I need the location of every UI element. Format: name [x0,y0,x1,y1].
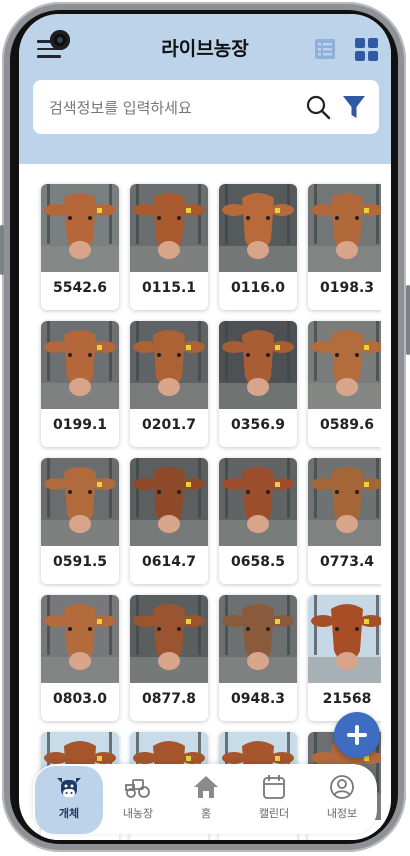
plus-icon [347,725,367,745]
cattle-photo [308,595,381,683]
cattle-tag-number: 0877.8 [141,691,197,707]
nav-label: 홈 [200,807,212,820]
nav-label: 내농장 [122,807,154,820]
search-bar[interactable]: 검색정보를 입력하세요 [33,80,379,134]
cattle-tag-number: 0356.9 [230,417,286,433]
grid-view-icon[interactable] [355,38,378,61]
power-button [406,285,410,355]
cattle-photo [130,458,208,546]
cattle-tag-number: 0201.7 [141,417,197,433]
cattle-card[interactable]: 21568 [308,595,381,721]
cattle-tag-number: 0803.0 [52,691,108,707]
cattle-card[interactable]: 0773.4 [308,458,381,584]
bottom-navigation: 개체 내농장 홈 캘린더 내정보 [33,764,377,834]
tractor-icon [125,779,150,798]
page-title: 라이브농장 [161,38,249,60]
nav-item-my-farm[interactable]: 내농장 [110,774,166,830]
cattle-card[interactable]: 0199.1 [41,321,119,447]
cattle-photo [130,595,208,683]
search-icon[interactable] [305,94,331,120]
cattle-photo [308,321,381,409]
nav-label: 개체 [58,807,80,820]
cattle-card[interactable]: 0115.1 [130,184,208,310]
cattle-card[interactable]: 0591.5 [41,458,119,584]
cattle-card[interactable]: 0948.3 [219,595,297,721]
app-screen: 라이브농장 검색정보를 입력하세요 5542.6 0115.1 0116.0 0198… [19,14,391,840]
cattle-photo [130,321,208,409]
cattle-photo [41,458,119,546]
cattle-photo [41,184,119,272]
cattle-photo [308,184,381,272]
cattle-card[interactable]: 0198.3 [308,184,381,310]
cattle-tag-number: 0658.5 [230,554,286,570]
cattle-tag-number: 0589.6 [319,417,375,433]
cattle-tag-number: 0948.3 [230,691,286,707]
cattle-photo [219,184,297,272]
cattle-photo [308,458,381,546]
cattle-tag-number: 0773.4 [319,554,375,570]
volume-button [0,225,4,275]
nav-item-my-info[interactable]: 내정보 [314,774,370,830]
cattle-photo [219,458,297,546]
nav-label: 캘린더 [258,807,290,820]
cattle-tag-number: 0115.1 [141,280,197,296]
nav-item-cattle[interactable]: 개체 [41,774,97,830]
cattle-tag-number: 0198.3 [319,280,375,296]
search-input[interactable]: 검색정보를 입력하세요 [49,97,192,118]
cattle-photo [219,321,297,409]
cattle-card[interactable]: 5542.6 [41,184,119,310]
cow-icon [57,778,81,797]
cattle-card[interactable]: 0356.9 [219,321,297,447]
cattle-card[interactable]: 0201.7 [130,321,208,447]
cattle-tag-number: 0199.1 [52,417,108,433]
list-view-icon[interactable] [315,39,335,59]
home-icon [194,776,218,798]
cattle-card[interactable]: 0803.0 [41,595,119,721]
app-header: 라이브농장 검색정보를 입력하세요 [19,14,391,164]
cattle-photo [130,184,208,272]
cattle-photo [41,595,119,683]
filter-icon[interactable] [342,94,366,120]
nav-item-calendar[interactable]: 캘린더 [246,774,302,830]
nav-label: 내정보 [326,807,358,820]
calendar-icon [263,775,285,799]
cattle-tag-number: 0614.7 [141,554,197,570]
cattle-tag-number: 0116.0 [230,280,286,296]
cattle-tag-number: 0591.5 [52,554,108,570]
profile-icon [330,775,354,799]
cattle-photo [219,595,297,683]
cattle-card[interactable]: 0614.7 [130,458,208,584]
cattle-tag-number: 5542.6 [52,280,108,296]
cattle-card[interactable]: 0589.6 [308,321,381,447]
add-cattle-button[interactable] [334,712,380,758]
cattle-card[interactable]: 0877.8 [130,595,208,721]
cattle-tag-number: 21568 [322,691,372,707]
nav-item-home[interactable]: 홈 [178,774,234,830]
cattle-card[interactable]: 0658.5 [219,458,297,584]
cattle-photo [41,321,119,409]
cattle-grid: 5542.6 0115.1 0116.0 0198.3 0199.1 0201.7 0356… [31,168,381,840]
cattle-card[interactable]: 0116.0 [219,184,297,310]
